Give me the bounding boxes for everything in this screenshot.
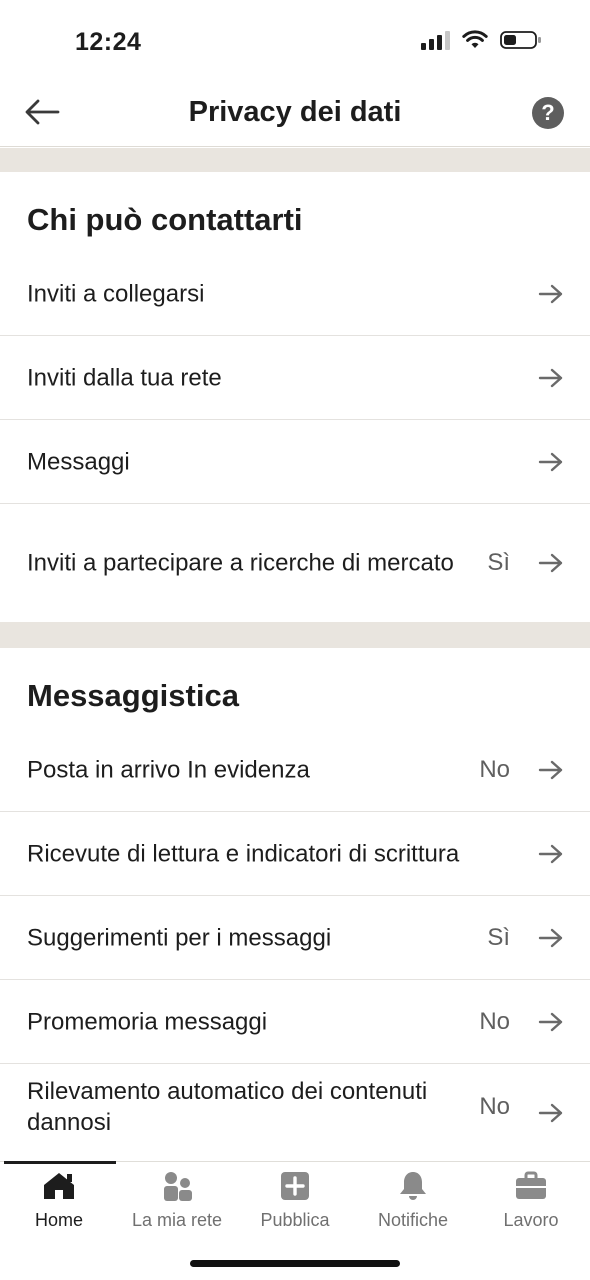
section-divider: [0, 622, 590, 648]
bell-icon: [400, 1172, 426, 1200]
section-title: Messaggistica: [27, 678, 239, 713]
wifi-icon: [462, 30, 488, 48]
arrow-right-icon: [538, 928, 563, 947]
help-icon: ?: [541, 100, 555, 125]
nav-item-notifications[interactable]: Notifiche: [354, 1170, 472, 1231]
network-icon: [164, 1172, 192, 1201]
nav-item-post[interactable]: Pubblica: [236, 1170, 354, 1231]
row-value: No: [479, 755, 510, 783]
arrow-right-icon: [538, 844, 563, 863]
nav-item-network[interactable]: La mia rete: [118, 1170, 236, 1231]
section-divider: [0, 148, 590, 172]
status-time: 12:24: [75, 28, 142, 56]
arrow-right-icon: [538, 1103, 563, 1123]
arrow-right-icon: [538, 553, 563, 573]
arrow-right-icon: [538, 760, 563, 779]
row-label: Inviti a collegarsi: [27, 280, 205, 307]
row-value: No: [479, 1007, 510, 1035]
row-read-receipts[interactable]: Ricevute di lettura e indicatori di scri…: [0, 812, 590, 896]
row-label: Suggerimenti per i messaggi: [27, 924, 332, 951]
help-button[interactable]: ?: [532, 97, 564, 129]
nav-item-home[interactable]: Home: [0, 1170, 118, 1231]
section-title: Chi può contattarti: [27, 202, 303, 237]
section-who-can-contact: Chi può contattarti Inviti a collegarsi …: [0, 172, 590, 622]
home-icon: [44, 1173, 74, 1199]
row-messages[interactable]: Messaggi: [0, 420, 590, 504]
arrow-right-icon: [538, 284, 563, 303]
row-value: No: [479, 1093, 510, 1120]
row-label: Posta in arrivo In evidenza: [27, 756, 310, 783]
nav-item-jobs[interactable]: Lavoro: [472, 1170, 590, 1231]
section-messaging: Messaggistica Posta in arrivo In evidenz…: [0, 648, 590, 1161]
row-network-invites[interactable]: Inviti dalla tua rete: [0, 336, 590, 420]
nav-label: Home: [34, 1210, 83, 1230]
post-icon: [281, 1172, 309, 1200]
row-focused-inbox[interactable]: Posta in arrivo In evidenza No: [0, 728, 590, 812]
arrow-right-icon: [538, 1012, 563, 1031]
row-label: Messaggi: [27, 448, 130, 475]
header-bar: Privacy dei dati ?: [0, 80, 590, 147]
nav-active-indicator: [4, 1161, 116, 1164]
row-connection-invites[interactable]: Inviti a collegarsi: [0, 252, 590, 336]
nav-label: Lavoro: [503, 1210, 559, 1230]
row-message-reminders[interactable]: Promemoria messaggi No: [0, 980, 590, 1064]
row-message-suggestions[interactable]: Suggerimenti per i messaggi Sì: [0, 896, 590, 980]
row-market-research-invites[interactable]: Inviti a partecipare a ricerche di merca…: [0, 504, 590, 622]
cellular-signal-icon: [421, 30, 450, 50]
home-indicator: [190, 1260, 400, 1267]
row-label: Rilevamento automatico dei contenuti dan…: [27, 1078, 428, 1136]
row-label: Inviti dalla tua rete: [27, 364, 222, 391]
briefcase-icon: [516, 1171, 546, 1199]
nav-label: La mia rete: [131, 1210, 223, 1230]
arrow-right-icon: [538, 368, 563, 387]
row-label: Ricevute di lettura e indicatori di scri…: [27, 840, 460, 867]
page-title: Privacy dei dati: [188, 96, 402, 128]
arrow-right-icon: [538, 452, 563, 471]
row-value: Sì: [487, 923, 510, 951]
battery-icon: [500, 31, 541, 49]
nav-label: Pubblica: [260, 1210, 330, 1230]
row-value: Sì: [487, 549, 510, 576]
status-bar: 12:24: [0, 0, 590, 80]
nav-label: Notifiche: [377, 1210, 449, 1230]
row-label: Promemoria messaggi: [27, 1008, 268, 1035]
row-label: Inviti a partecipare a ricerche di merca…: [27, 549, 454, 577]
status-icons: [421, 30, 542, 50]
